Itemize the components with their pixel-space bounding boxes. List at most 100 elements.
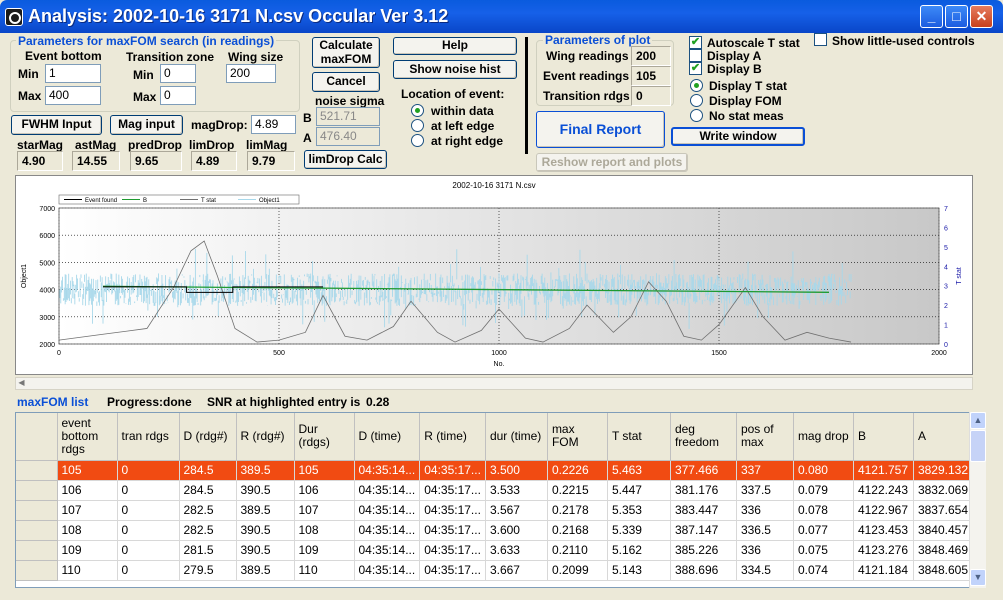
location-left-radio[interactable] bbox=[411, 119, 424, 132]
display-a-label: Display A bbox=[707, 49, 762, 63]
table-cell: 04:35:14... bbox=[354, 520, 421, 541]
table-row[interactable]: 110 0 279.5 389.5 110 04:35:14... 04:35:17... 3… bbox=[16, 560, 974, 581]
table-cell: 04:35:14... bbox=[354, 460, 421, 481]
table-cell: 110 bbox=[294, 560, 355, 581]
magdrop-input[interactable]: 4.89 bbox=[251, 115, 296, 134]
y2-tick-label: 5 bbox=[944, 245, 948, 252]
column-header[interactable]: deg freedom bbox=[670, 413, 737, 461]
table-cell: 3.567 bbox=[485, 500, 548, 521]
event-readings-label: Event readings bbox=[543, 69, 630, 83]
little-used-checkbox[interactable] bbox=[814, 33, 827, 46]
display-a-checkbox[interactable] bbox=[689, 49, 702, 62]
table-cell: 0.2215 bbox=[547, 480, 608, 501]
help-button[interactable]: Help bbox=[393, 37, 517, 55]
y2-tick-label: 2 bbox=[944, 303, 948, 310]
table-cell: 105 bbox=[57, 460, 118, 481]
plot-horizontal-scrollbar[interactable]: ◀ bbox=[15, 377, 973, 390]
table-cell: 3832.069 bbox=[913, 480, 974, 501]
location-within-label: within data bbox=[431, 104, 494, 118]
column-header[interactable]: dur (time) bbox=[485, 413, 548, 461]
table-cell: 336.5 bbox=[736, 520, 794, 541]
display-b-checkbox[interactable]: ✔ bbox=[689, 62, 702, 75]
column-header[interactable]: D (time) bbox=[354, 413, 421, 461]
table-cell: 5.353 bbox=[607, 500, 671, 521]
no-stat-meas-radio[interactable] bbox=[690, 109, 703, 122]
legend-entry: Event found bbox=[85, 198, 117, 204]
window-title: Analysis: 2002-10-16 3171 N.csv Occular … bbox=[28, 6, 449, 26]
column-header[interactable]: mag drop bbox=[793, 413, 854, 461]
scroll-left-icon[interactable]: ◀ bbox=[16, 378, 27, 389]
table-cell: 3840.457 bbox=[913, 520, 974, 541]
location-right-radio[interactable] bbox=[411, 134, 424, 147]
column-header[interactable]: Dur (rdgs) bbox=[294, 413, 355, 461]
scroll-up-icon[interactable]: ▲ bbox=[970, 412, 986, 429]
scroll-thumb[interactable] bbox=[970, 430, 986, 462]
table-row[interactable]: 105 0 284.5 389.5 105 04:35:14... 04:35:17... 3… bbox=[16, 460, 974, 481]
x-tick-label: 0 bbox=[57, 350, 61, 357]
mag-input-button[interactable]: Mag input bbox=[110, 115, 183, 135]
table-cell: 0.2226 bbox=[547, 460, 608, 481]
column-header[interactable]: R (rdg#) bbox=[236, 413, 295, 461]
limdrop-calc-button[interactable]: limDrop Calc bbox=[304, 150, 387, 169]
reshow-report-button[interactable]: Reshow report and plots bbox=[536, 153, 688, 172]
transition-rdgs-label: Transition rdgs bbox=[543, 89, 630, 103]
eb-min-input[interactable]: 1 bbox=[45, 64, 101, 83]
autoscale-checkbox[interactable]: ✔ bbox=[689, 36, 702, 49]
close-button[interactable]: ✕ bbox=[970, 5, 993, 28]
write-window-button[interactable]: Write window bbox=[671, 127, 805, 146]
row-header[interactable] bbox=[16, 560, 58, 581]
y-tick-label: 7000 bbox=[39, 206, 55, 213]
row-header[interactable] bbox=[16, 520, 58, 541]
transition-rdgs-value: 0 bbox=[631, 86, 671, 106]
location-within-radio[interactable] bbox=[411, 104, 424, 117]
display-b-label: Display B bbox=[707, 62, 762, 76]
display-fom-radio[interactable] bbox=[690, 94, 703, 107]
column-header[interactable]: max FOM bbox=[547, 413, 608, 461]
table-cell: 3848.605 bbox=[913, 560, 974, 581]
maxfom-list-label: maxFOM list bbox=[17, 395, 89, 409]
table-row[interactable]: 109 0 281.5 390.5 109 04:35:14... 04:35:17... 3… bbox=[16, 540, 974, 561]
maximize-button[interactable]: □ bbox=[945, 5, 968, 28]
table-cell: 4121.757 bbox=[853, 460, 914, 481]
table-cell: 390.5 bbox=[236, 520, 295, 541]
wing-size-input[interactable]: 200 bbox=[226, 64, 276, 83]
y2-tick-label: 3 bbox=[944, 284, 948, 291]
tz-max-input[interactable]: 0 bbox=[160, 86, 196, 105]
row-header[interactable] bbox=[16, 540, 58, 561]
table-row[interactable]: 107 0 282.5 389.5 107 04:35:14... 04:35:17... 3… bbox=[16, 500, 974, 521]
row-header[interactable] bbox=[16, 460, 58, 481]
final-report-button[interactable]: Final Report bbox=[536, 111, 665, 148]
table-vertical-scrollbar[interactable]: ▲ ▼ bbox=[969, 412, 986, 588]
calculate-maxfom-button[interactable]: Calculate maxFOM bbox=[312, 37, 380, 68]
column-header[interactable]: D (rdg#) bbox=[179, 413, 237, 461]
row-header[interactable] bbox=[16, 480, 58, 501]
show-noise-hist-button[interactable]: Show noise hist bbox=[393, 60, 517, 79]
column-header[interactable]: pos of max bbox=[736, 413, 794, 461]
table-cell: 0 bbox=[117, 540, 180, 561]
fwhm-input-button[interactable]: FWHM Input bbox=[11, 115, 102, 135]
table-row[interactable]: 106 0 284.5 390.5 106 04:35:14... 04:35:17... 3… bbox=[16, 480, 974, 501]
column-header[interactable]: A bbox=[913, 413, 974, 461]
table-cell: 282.5 bbox=[179, 500, 237, 521]
display-tstat-radio[interactable] bbox=[690, 79, 703, 92]
tz-min-input[interactable]: 0 bbox=[160, 64, 196, 83]
location-label: Location of event: bbox=[401, 87, 505, 101]
y-tick-label: 6000 bbox=[39, 233, 55, 240]
row-header[interactable] bbox=[16, 500, 58, 521]
limmag-value: 9.79 bbox=[247, 151, 295, 171]
scroll-down-icon[interactable]: ▼ bbox=[970, 569, 986, 586]
column-header[interactable]: event bottom rdgs bbox=[57, 413, 118, 461]
astmag-value: 14.55 bbox=[72, 151, 120, 171]
column-header[interactable]: R (time) bbox=[419, 413, 486, 461]
minimize-button[interactable]: _ bbox=[920, 5, 943, 28]
column-header[interactable]: T stat bbox=[607, 413, 671, 461]
column-header[interactable]: tran rdgs bbox=[117, 413, 180, 461]
maxfom-table[interactable]: event bottom rdgs tran rdgs D (rdg#) R (rdg… bbox=[15, 412, 986, 588]
noise-a-value: 476.40 bbox=[316, 127, 380, 146]
cancel-button[interactable]: Cancel bbox=[312, 72, 380, 92]
table-row[interactable]: 108 0 282.5 390.5 108 04:35:14... 04:35:17... 3… bbox=[16, 520, 974, 541]
little-used-label: Show little-used controls bbox=[832, 34, 975, 48]
eb-max-input[interactable]: 400 bbox=[45, 86, 101, 105]
column-header[interactable]: B bbox=[853, 413, 914, 461]
y2-axis-label: T stat bbox=[956, 267, 963, 284]
